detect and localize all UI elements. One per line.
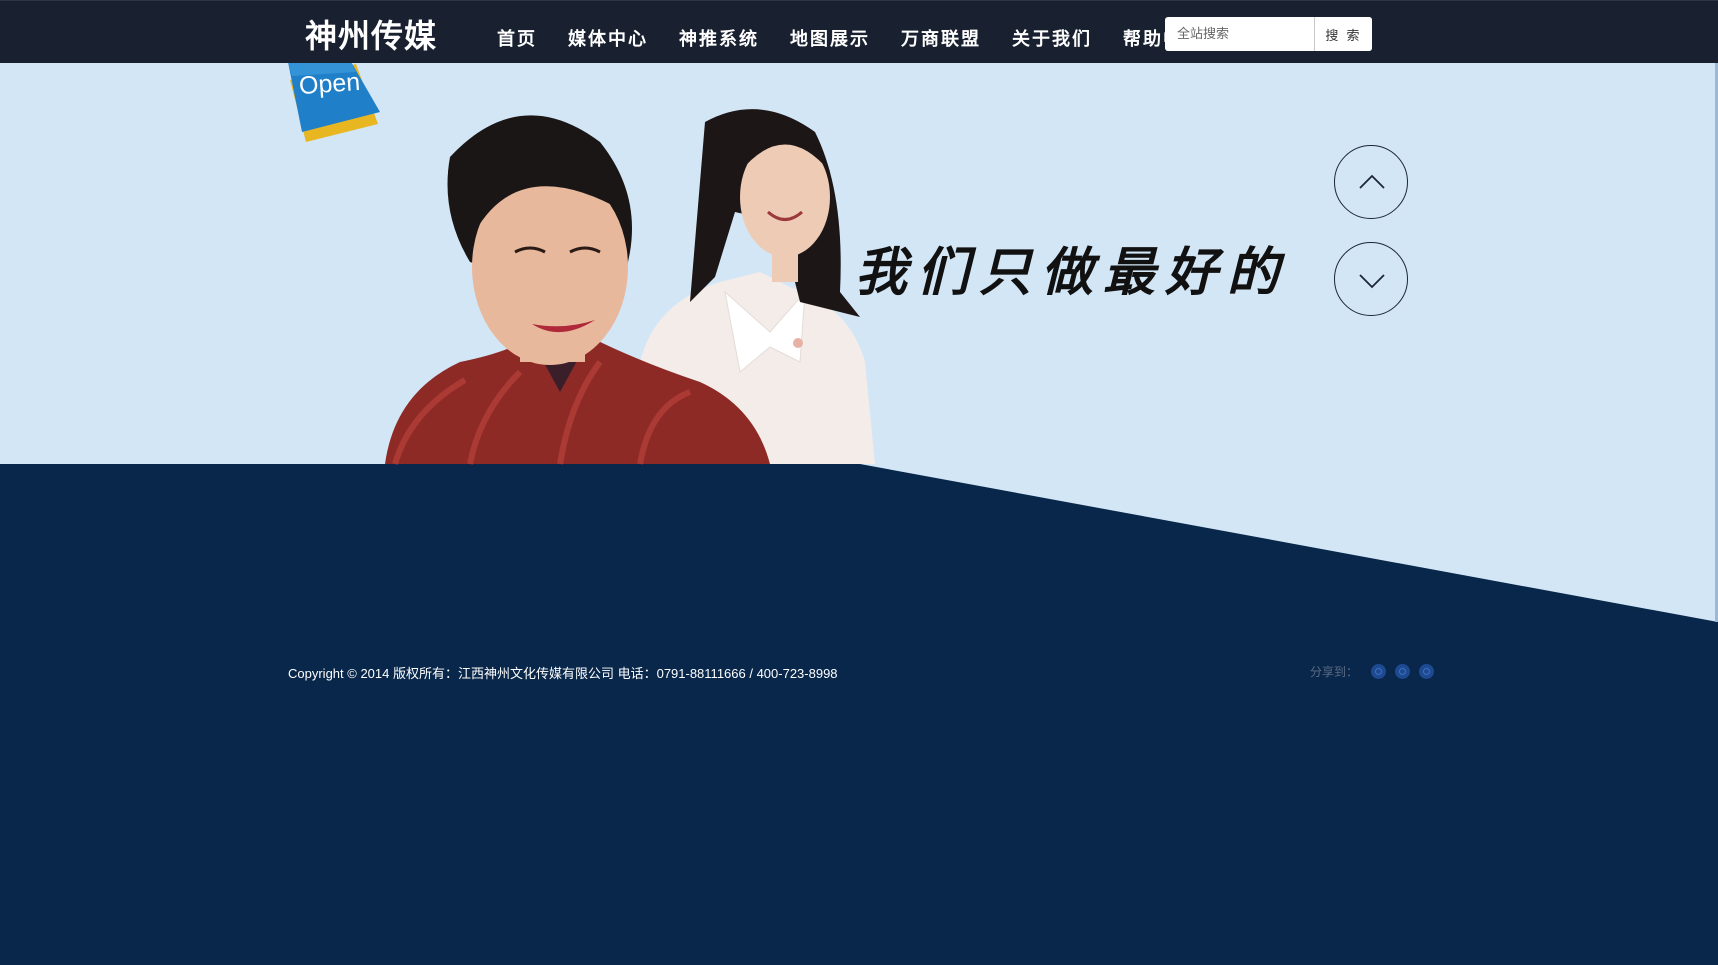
- search-input[interactable]: [1165, 17, 1313, 51]
- share-weibo-icon[interactable]: [1371, 664, 1387, 679]
- page: 神州传媒 首页 媒体中心 神推系统 地图展示 万商联盟 关于我们 帮助中心 搜 …: [0, 0, 1718, 965]
- main-nav: 首页 媒体中心 神推系统 地图展示 万商联盟 关于我们 帮助中心: [497, 25, 1234, 51]
- chevron-up-icon: [1359, 174, 1385, 189]
- nav-about-us[interactable]: 关于我们: [1012, 25, 1092, 51]
- banner-slogan: 我们只做最好的: [855, 242, 1290, 303]
- banner-next-button[interactable]: [1334, 242, 1408, 316]
- nav-promotion-system[interactable]: 神推系统: [679, 25, 759, 51]
- nav-media-center[interactable]: 媒体中心: [568, 25, 648, 51]
- share-label: 分享到：: [1310, 665, 1359, 679]
- site-search: 搜 索: [1165, 17, 1372, 51]
- nav-home[interactable]: 首页: [497, 25, 537, 51]
- search-button[interactable]: 搜 索: [1314, 17, 1372, 51]
- site-logo[interactable]: 神州传媒: [305, 11, 437, 57]
- banner-background: [0, 62, 1718, 622]
- share-qzone-icon[interactable]: [1419, 664, 1435, 679]
- banner-artwork: [0, 62, 1718, 622]
- nav-merchant-alliance[interactable]: 万商联盟: [901, 25, 981, 51]
- share-tencent-icon[interactable]: [1395, 664, 1411, 679]
- share-bar: 分享到：: [1310, 663, 1435, 680]
- hero-banner: 我们只做最好的: [0, 62, 1718, 622]
- top-nav-bar: 神州传媒 首页 媒体中心 神推系统 地图展示 万商联盟 关于我们 帮助中心 搜 …: [0, 0, 1718, 63]
- chevron-down-icon: [1359, 274, 1385, 289]
- open-badge[interactable]: Open: [286, 60, 386, 146]
- footer-copyright: Copyright © 2014 版权所有：江西神州文化传媒有限公司 电话：07…: [288, 666, 838, 681]
- open-badge-label: Open: [298, 67, 362, 101]
- nav-map-display[interactable]: 地图展示: [790, 25, 870, 51]
- banner-prev-button[interactable]: [1334, 145, 1408, 219]
